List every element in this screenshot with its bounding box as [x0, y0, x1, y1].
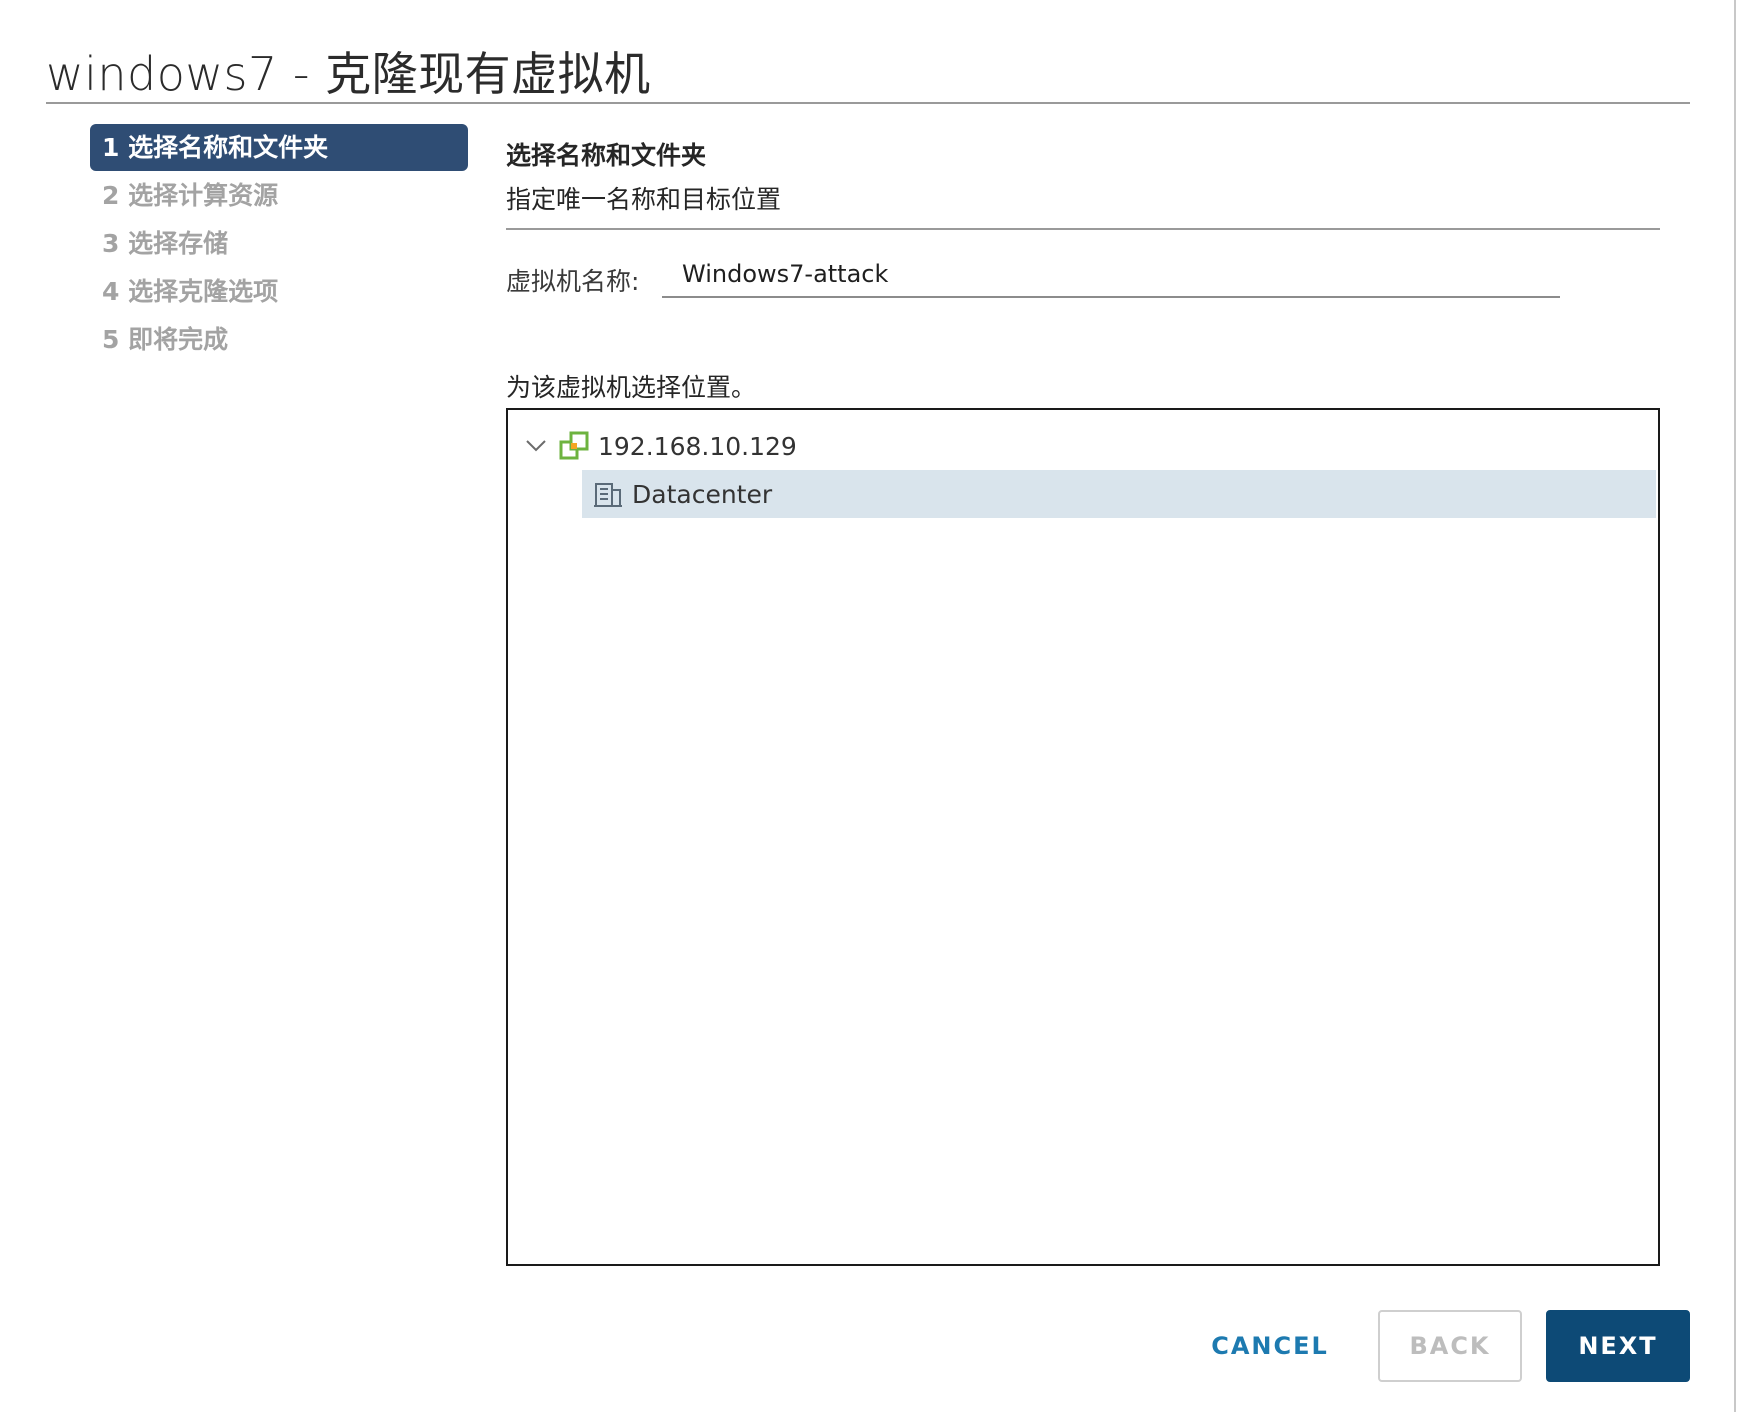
- section-divider: [506, 228, 1660, 230]
- cancel-button[interactable]: CANCEL: [1200, 1310, 1340, 1382]
- location-label: 为该虚拟机选择位置。: [506, 373, 757, 402]
- dialog-title: windows7 - 克隆现有虚拟机: [46, 47, 651, 101]
- title-divider: [46, 102, 1690, 104]
- section-title: 选择名称和文件夹: [506, 141, 707, 170]
- location-tree: 192.168.10.129 Datacenter: [506, 408, 1660, 1266]
- wizard-steps: 1 选择名称和文件夹 2 选择计算资源 3 选择存储 4 选择克隆选项 5 即将…: [90, 124, 468, 364]
- step-select-clone-options[interactable]: 4 选择克隆选项: [90, 268, 468, 315]
- clone-vm-dialog: windows7 - 克隆现有虚拟机 1 选择名称和文件夹 2 选择计算资源 3…: [0, 0, 1740, 1412]
- window-edge: [1734, 0, 1736, 1412]
- step-ready-to-complete[interactable]: 5 即将完成: [90, 316, 468, 363]
- vm-name-label: 虚拟机名称:: [506, 267, 640, 296]
- vm-name-input[interactable]: [662, 252, 1560, 298]
- tree-node-datacenter[interactable]: Datacenter: [582, 470, 1656, 518]
- step-select-storage[interactable]: 3 选择存储: [90, 220, 468, 267]
- step-select-compute-resource[interactable]: 2 选择计算资源: [90, 172, 468, 219]
- next-button[interactable]: NEXT: [1546, 1310, 1690, 1382]
- tree-root-node[interactable]: 192.168.10.129: [522, 424, 1642, 468]
- tree-root-label: 192.168.10.129: [598, 431, 797, 461]
- section-subtitle: 指定唯一名称和目标位置: [506, 185, 782, 214]
- back-button[interactable]: BACK: [1378, 1310, 1522, 1382]
- vcenter-host-icon: [558, 430, 590, 462]
- step-select-name-folder[interactable]: 1 选择名称和文件夹: [90, 124, 468, 171]
- chevron-down-icon[interactable]: [522, 432, 550, 460]
- datacenter-icon: [592, 478, 624, 510]
- tree-datacenter-label: Datacenter: [632, 479, 773, 509]
